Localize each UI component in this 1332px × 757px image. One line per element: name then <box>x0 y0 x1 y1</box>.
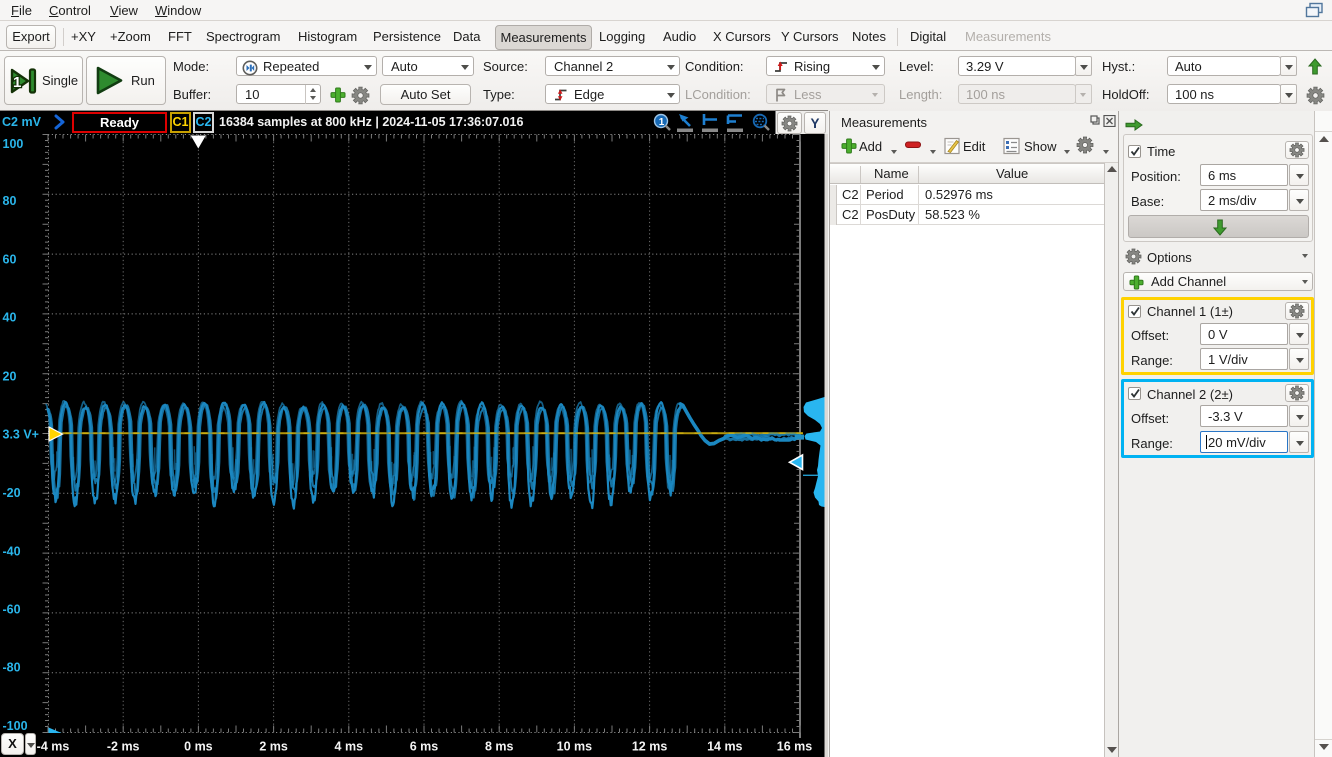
svg-text:20: 20 <box>3 370 17 384</box>
svg-text:10 ms: 10 ms <box>557 740 592 754</box>
svg-text:-100: -100 <box>3 719 28 733</box>
svg-text:14 ms: 14 ms <box>707 740 742 754</box>
svg-text:8 ms: 8 ms <box>485 740 514 754</box>
svg-text:0 ms: 0 ms <box>184 740 213 754</box>
svg-text:40: 40 <box>3 311 17 325</box>
svg-text:-40: -40 <box>3 545 21 559</box>
svg-text:4 ms: 4 ms <box>335 740 364 754</box>
svg-text:-20: -20 <box>3 486 21 500</box>
svg-text:6 ms: 6 ms <box>410 740 439 754</box>
svg-text:60: 60 <box>3 253 17 267</box>
svg-text:3.3 V+: 3.3 V+ <box>3 428 40 442</box>
svg-text:80: 80 <box>3 194 17 208</box>
svg-text:-80: -80 <box>3 660 21 674</box>
svg-text:100: 100 <box>3 137 24 151</box>
svg-text:-4 ms: -4 ms <box>37 740 70 754</box>
svg-text:12 ms: 12 ms <box>632 740 667 754</box>
svg-text:-2 ms: -2 ms <box>107 740 140 754</box>
svg-text:16 ms: 16 ms <box>777 740 812 754</box>
svg-text:1: 1 <box>13 74 21 91</box>
svg-text:2 ms: 2 ms <box>259 740 288 754</box>
svg-text:-60: -60 <box>3 602 21 616</box>
svg-text:1: 1 <box>659 117 665 128</box>
